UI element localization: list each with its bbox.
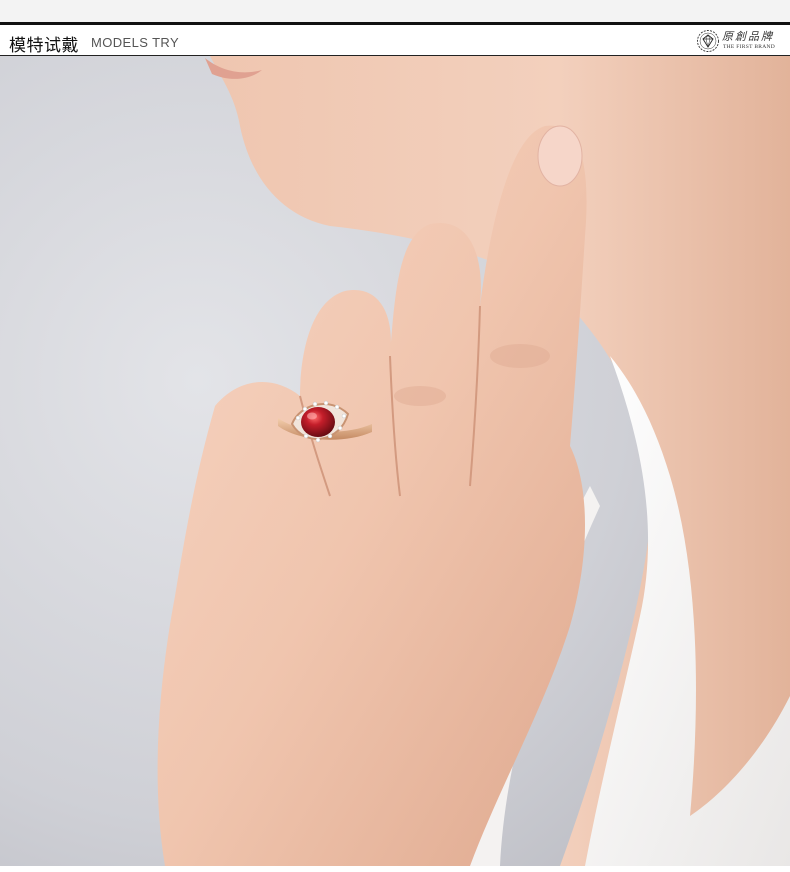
- brand-name-en: THE FIRST BRAND: [723, 44, 776, 50]
- gem-highlight: [307, 412, 317, 420]
- red-gemstone: [301, 407, 335, 437]
- model-photo: [0, 56, 790, 866]
- section-title: 模特试戴: [9, 36, 79, 56]
- knuckle-shadow: [394, 386, 446, 406]
- model-hand-illustration: [0, 56, 790, 866]
- diamond-wreath-icon: [697, 30, 719, 52]
- knuckle-shadow: [490, 344, 550, 368]
- brand-logo: 原創品牌 THE FIRST BRAND: [696, 27, 780, 55]
- section-subtitle: MODELS TRY: [91, 35, 180, 50]
- fingernail: [537, 125, 583, 187]
- brand-name-cn: 原創品牌: [722, 30, 774, 43]
- section-header: 模特试戴 MODELS TRY 原創品牌 THE FIRST BRAND: [0, 22, 790, 56]
- top-strip: [0, 0, 790, 22]
